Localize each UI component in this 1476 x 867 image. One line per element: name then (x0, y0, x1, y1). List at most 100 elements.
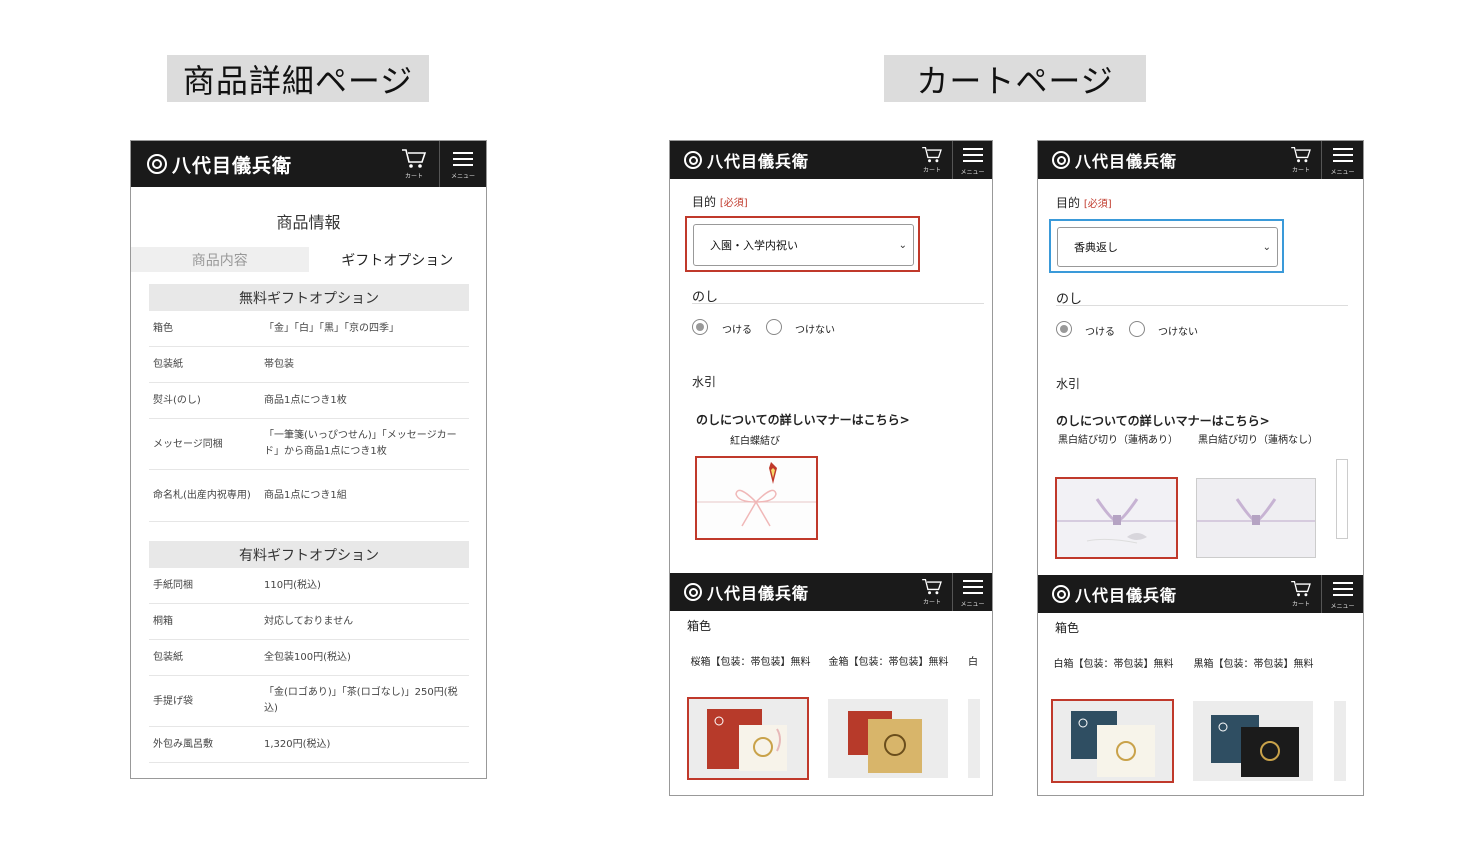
box-option-label: 金箱【包装：帯包装】無料 (828, 657, 949, 668)
noshi-manner-link[interactable]: のしについての詳しいマナーはこちら> (1056, 412, 1270, 429)
chevron-down-icon: ⌄ (1262, 241, 1271, 253)
cart-icon (922, 146, 942, 163)
noshi-option-label: 黒白結び切り（蓮柄なし） (1198, 435, 1318, 446)
brand-logo[interactable]: 八代目儀兵衛 (1052, 148, 1177, 172)
tab-gift-options[interactable]: ギフトオプション (308, 247, 486, 272)
option-row: 箱色 「金」「白」「黒」「京の四季」 (149, 311, 469, 347)
noshi-option-card-partial[interactable] (1336, 459, 1348, 539)
brand-logo[interactable]: 八代目儀兵衛 (1052, 582, 1177, 606)
brand-name: 八代目儀兵衛 (707, 152, 810, 171)
cart-label: カート (1291, 601, 1310, 608)
menu-button[interactable]: メニュー (1321, 141, 1363, 179)
hamburger-icon (1332, 144, 1353, 166)
noshi-none-radio[interactable] (1129, 321, 1145, 337)
crest-icon (1052, 151, 1070, 169)
noshi-option-card[interactable] (695, 456, 818, 540)
cart-label: カート (1291, 167, 1310, 174)
brand-logo[interactable]: 八代目儀兵衛 (684, 148, 809, 172)
noshi-none-label: つけない (1158, 327, 1198, 338)
brand-name: 八代目儀兵衛 (1075, 586, 1178, 605)
box-option-card-gold[interactable] (828, 699, 948, 778)
brand-logo[interactable]: 八代目儀兵衛 (684, 580, 809, 604)
cart-button[interactable]: カート (912, 573, 952, 611)
detail-tabs: 商品内容 ギフトオプション (131, 247, 486, 272)
detail-page-label-text: 商品詳細ページ (182, 61, 414, 100)
noshi-option-label: 黒白結び切り（蓮柄あり） (1058, 435, 1178, 446)
mizuhiki-label: 水引 (692, 375, 717, 389)
section-title: 商品情報 (276, 213, 341, 232)
menu-label: メニュー (450, 173, 475, 180)
box-option-label: 桜箱【包装：帯包装】無料 (690, 657, 811, 668)
purpose-select[interactable]: 入園・入学内祝い ⌄ (693, 224, 914, 266)
noshi-black-white-plain-image (1197, 479, 1315, 557)
noshi-attach-radio[interactable] (1056, 321, 1072, 337)
option-row: 手紙同梱 110円(税込) (149, 568, 469, 604)
brand-name: 八代目儀兵衛 (707, 584, 810, 603)
cart-screen-condolence: 八代目儀兵衛 カート メニュー 目的 [必須] 香典返し ⌄ のし つける つけ… (1037, 140, 1364, 796)
noshi-option-card-plain[interactable] (1196, 478, 1316, 558)
site-header: 八代目儀兵衛 カート メニュー (670, 141, 992, 179)
noshi-manner-link[interactable]: のしについての詳しいマナーはこちら> (696, 411, 910, 428)
required-badge: [必須] (719, 198, 748, 209)
cart-label: カート (404, 173, 423, 180)
option-row: 命名札(出産内祝専用) 商品1点につき1組 (149, 470, 469, 522)
option-row: メッセージ同梱 「一筆箋(いっぴつせん)」「メッセージカード」から商品1点につき1… (149, 419, 469, 470)
hamburger-icon (962, 576, 983, 598)
box-color-label: 箱色 (1055, 621, 1080, 635)
site-header-repeat: 八代目儀兵衛 カート メニュー (1038, 575, 1363, 613)
brand-name: 八代目儀兵衛 (1075, 152, 1178, 171)
paid-options-heading: 有料ギフトオプション (149, 541, 469, 568)
option-row: 手提げ袋 「金(ロゴあり)」「茶(ロゴなし)」250円(税込) (149, 676, 469, 727)
menu-button[interactable]: メニュー (952, 141, 992, 179)
sakura-box-image (689, 699, 807, 778)
purpose-select-highlight: 入園・入学内祝い ⌄ (685, 216, 920, 272)
box-option-label: 白 (968, 657, 978, 668)
chevron-down-icon: ⌄ (898, 239, 907, 251)
detail-page-label: 商品詳細ページ (167, 55, 429, 102)
cart-screen-celebration: 八代目儀兵衛 カート メニュー 目的 [必須] 入園・入学内祝い ⌄ のし つけ… (669, 140, 993, 796)
required-badge: [必須] (1083, 199, 1112, 210)
box-option-card-partial[interactable] (968, 699, 980, 778)
hamburger-icon (453, 148, 473, 170)
divider (692, 303, 984, 304)
option-row: 包装紙 全包装100円(税込) (149, 640, 469, 676)
black-box-image (1195, 703, 1311, 779)
noshi-attach-label: つける (1085, 327, 1115, 338)
site-header: 八代目儀兵衛 カート メニュー (1038, 141, 1363, 179)
gold-box-image (830, 701, 946, 776)
noshi-none-radio[interactable] (766, 319, 782, 335)
box-option-card-sakura[interactable] (687, 697, 809, 780)
cart-button[interactable]: カート (389, 141, 439, 187)
menu-button[interactable]: メニュー (439, 141, 486, 187)
site-header-repeat: 八代目儀兵衛 カート メニュー (670, 573, 992, 611)
box-color-label: 箱色 (687, 619, 712, 633)
noshi-option-card-lotus[interactable] (1055, 477, 1178, 559)
option-row: 外包み風呂敷 1,320円(税込) (149, 727, 469, 763)
purpose-select[interactable]: 香典返し ⌄ (1057, 227, 1278, 267)
box-option-card-white[interactable] (1051, 699, 1174, 783)
crest-icon (684, 151, 702, 169)
box-option-card-black[interactable] (1193, 701, 1313, 781)
cart-icon (402, 149, 427, 168)
cart-button[interactable]: カート (1281, 575, 1321, 613)
option-row: 包装紙 帯包装 (149, 347, 469, 383)
product-detail-screen: 八代目儀兵衛 カート メニュー 商品情報 商品内容 ギフトオプション 無料ギフト… (130, 140, 487, 779)
tab-product-contents[interactable]: 商品内容 (131, 247, 309, 272)
purpose-label: 目的 [必須] (692, 195, 748, 209)
cart-button[interactable]: カート (1281, 141, 1321, 179)
brand-logo[interactable]: 八代目儀兵衛 (147, 151, 292, 178)
menu-button[interactable]: メニュー (952, 573, 992, 611)
option-row: 熨斗(のし) 商品1点につき1枚 (149, 383, 469, 419)
cart-button[interactable]: カート (912, 141, 952, 179)
white-box-image (1053, 701, 1172, 781)
site-header: 八代目儀兵衛 カート メニュー (131, 141, 486, 187)
purpose-select-highlight: 香典返し ⌄ (1049, 219, 1284, 273)
cart-page-label: カートページ (884, 55, 1146, 102)
menu-button[interactable]: メニュー (1321, 575, 1363, 613)
cart-label: カート (922, 599, 941, 606)
cart-icon (1291, 146, 1311, 163)
hamburger-icon (1332, 578, 1353, 600)
box-option-card-partial[interactable] (1334, 701, 1346, 781)
noshi-attach-radio[interactable] (692, 319, 708, 335)
cart-page-label-text: カートページ (916, 61, 1114, 100)
